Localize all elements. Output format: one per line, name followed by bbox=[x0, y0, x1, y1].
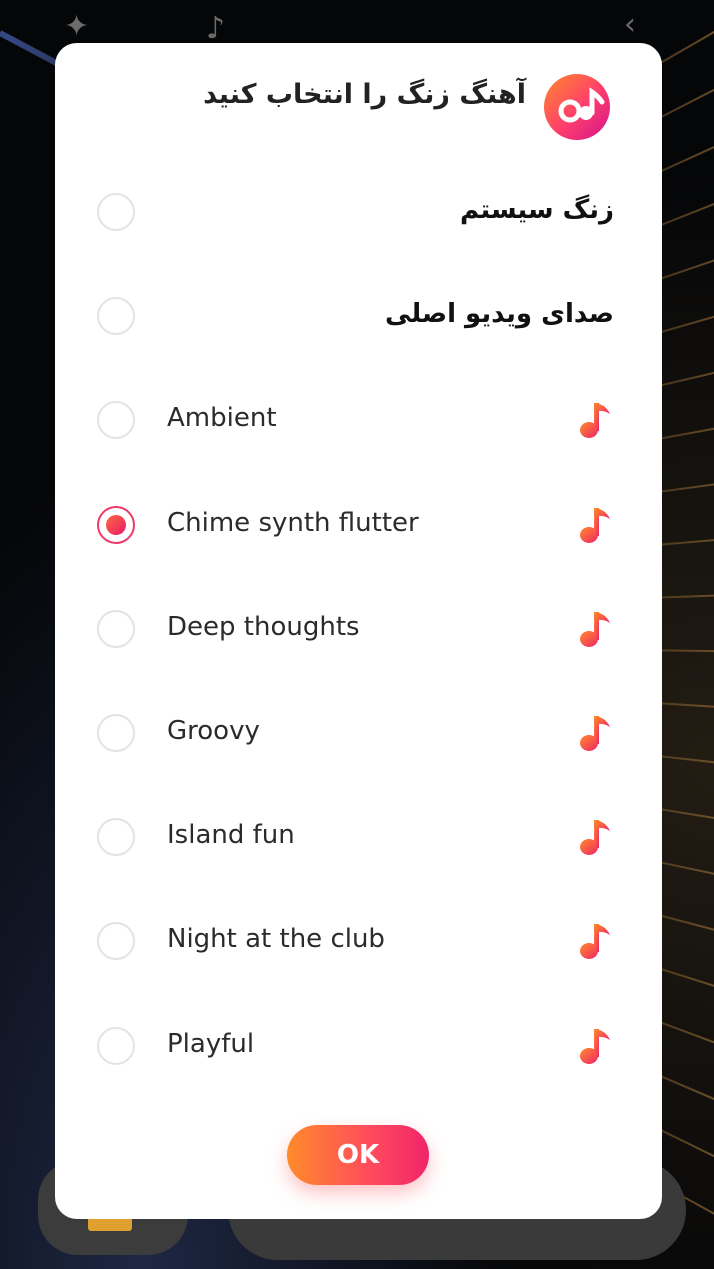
option-label: Deep thoughts bbox=[167, 611, 360, 642]
radio-button[interactable] bbox=[97, 922, 135, 961]
music-note-icon: ♪ bbox=[206, 11, 226, 46]
ringtone-option[interactable]: Chime synth flutter bbox=[55, 474, 662, 578]
option-label: Groovy bbox=[167, 716, 260, 746]
option-label: صدای ویدیو اصلی bbox=[385, 299, 614, 330]
music-note-icon bbox=[580, 716, 610, 751]
ringtone-option[interactable]: Playful bbox=[55, 995, 662, 1099]
music-note-icon bbox=[580, 403, 610, 439]
back-arrow-icon: ‹ bbox=[624, 7, 636, 42]
option-label: Island fun bbox=[167, 820, 295, 851]
option-label: Playful bbox=[167, 1028, 255, 1059]
radio-button[interactable] bbox=[97, 193, 135, 231]
dialog-title: آهنگ زنگ را انتخاب کنید bbox=[203, 79, 526, 110]
ringtone-option[interactable]: Deep thoughts bbox=[55, 578, 662, 682]
option-label: زنگ سیستم bbox=[459, 195, 614, 225]
music-note-icon bbox=[580, 1028, 610, 1064]
radio-button[interactable] bbox=[97, 818, 135, 857]
radio-button[interactable] bbox=[97, 1026, 135, 1065]
ringtone-option[interactable]: Island fun bbox=[55, 786, 662, 890]
ringtone-option[interactable]: صدای ویدیو اصلی bbox=[55, 265, 662, 369]
music-note-icon bbox=[580, 611, 610, 647]
option-label: Night at the club bbox=[167, 924, 385, 955]
radio-button[interactable] bbox=[97, 297, 135, 336]
option-label: Chime synth flutter bbox=[167, 507, 419, 538]
radio-button[interactable] bbox=[97, 609, 135, 648]
ringtone-option[interactable]: Ambient bbox=[55, 369, 662, 473]
dialog-header: آهنگ زنگ را انتخاب کنید bbox=[55, 67, 662, 140]
radio-button[interactable] bbox=[97, 401, 135, 440]
ringtone-dialog: آهنگ زنگ را انتخاب کنید زنگ سیستم صدای وی… bbox=[55, 43, 662, 1219]
option-label: Ambient bbox=[167, 403, 277, 434]
ok-button[interactable]: OK bbox=[287, 1125, 429, 1185]
music-note-icon bbox=[580, 820, 610, 856]
music-note-icon bbox=[580, 507, 610, 543]
music-note-icon bbox=[580, 924, 610, 960]
ringtone-option[interactable]: زنگ سیستم bbox=[55, 161, 662, 265]
music-app-logo-icon bbox=[544, 74, 610, 140]
ringtone-option[interactable]: Night at the club bbox=[55, 890, 662, 994]
radio-button-selected[interactable] bbox=[97, 505, 135, 544]
sparkle-icon: ✦ bbox=[64, 9, 90, 44]
radio-button[interactable] bbox=[97, 714, 135, 752]
ringtone-option[interactable]: Groovy bbox=[55, 682, 662, 786]
